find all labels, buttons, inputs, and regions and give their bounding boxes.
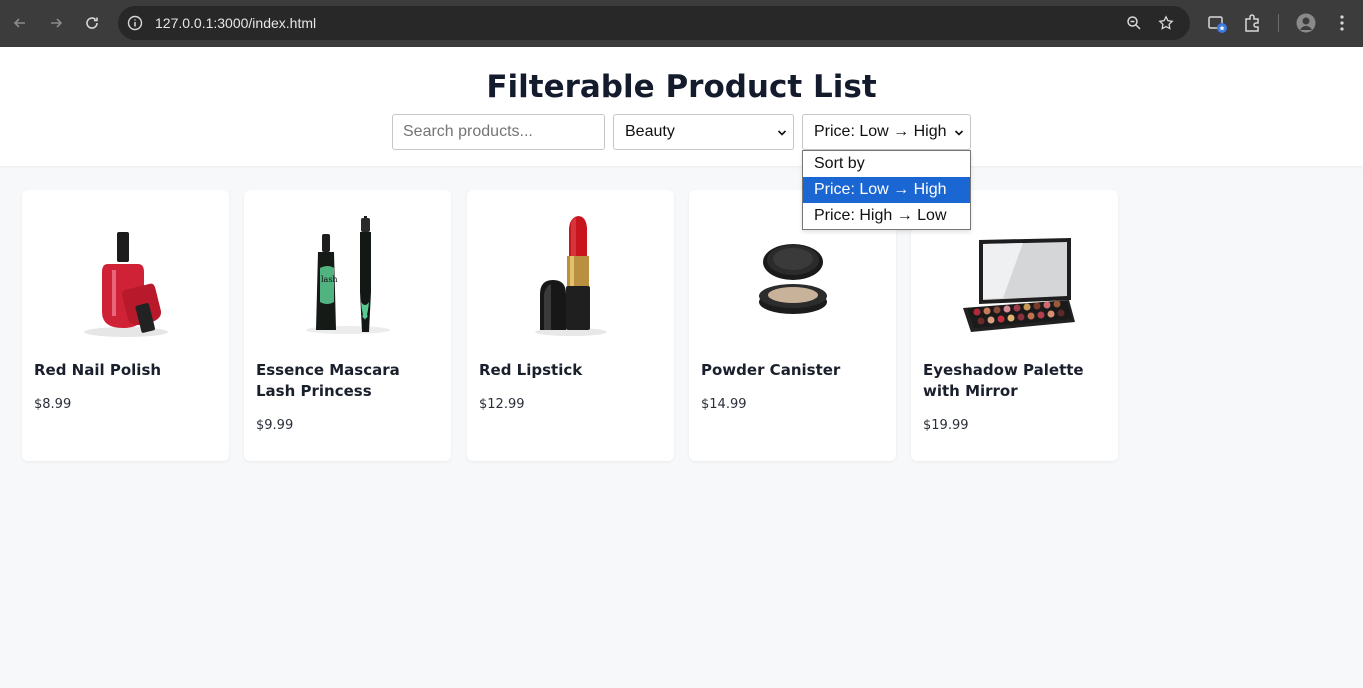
product-card[interactable]: Red Nail Polish $8.99 bbox=[22, 190, 229, 461]
forward-arrow-icon bbox=[51, 18, 63, 28]
mascara-image: lash bbox=[306, 216, 390, 334]
reload-icon bbox=[86, 17, 98, 29]
lipstick-image bbox=[535, 216, 607, 336]
nail-polish-image bbox=[84, 232, 168, 337]
category-select[interactable]: Beauty bbox=[613, 114, 794, 150]
forward-button[interactable] bbox=[45, 12, 67, 34]
sort-dropdown-list: Sort by Price: Low → High Price: High → … bbox=[802, 150, 971, 230]
address-bar[interactable]: 127.0.0.1:3000/index.html bbox=[118, 6, 1190, 40]
product-card[interactable]: Red Lipstick $12.99 bbox=[467, 190, 674, 461]
menu-kebab-icon[interactable] bbox=[1332, 13, 1352, 33]
product-card[interactable]: Eyeshadow Palette with Mirror $19.99 bbox=[911, 190, 1118, 461]
back-arrow-icon bbox=[13, 18, 25, 28]
product-price: $9.99 bbox=[256, 418, 294, 433]
toolbar-divider bbox=[1278, 14, 1279, 32]
extensions-icon[interactable] bbox=[1242, 13, 1262, 33]
page-title: Filterable Product List bbox=[486, 69, 877, 105]
product-name: Essence Mascara Lash Princess bbox=[256, 361, 400, 400]
product-name: Eyeshadow Palette with Mirror bbox=[923, 361, 1084, 400]
sort-select-value: Price: Low → High bbox=[814, 123, 947, 140]
sort-select[interactable]: Price: Low → High bbox=[802, 114, 971, 150]
zoom-icon[interactable] bbox=[1126, 15, 1142, 31]
site-info-icon[interactable] bbox=[127, 15, 143, 31]
tab-search-icon[interactable] bbox=[1207, 13, 1227, 33]
product-name: Red Nail Polish bbox=[34, 361, 162, 379]
chevron-down-icon bbox=[954, 130, 964, 136]
sort-option-default[interactable]: Sort by bbox=[803, 151, 970, 177]
sort-option-price-asc[interactable]: Price: Low → High bbox=[803, 177, 970, 203]
reload-button[interactable] bbox=[81, 12, 103, 34]
browser-toolbar: 127.0.0.1:3000/index.html bbox=[0, 0, 1363, 47]
page-header: Filterable Product List Beauty Price: Lo… bbox=[0, 47, 1363, 166]
product-name: Powder Canister bbox=[701, 361, 841, 379]
product-price: $14.99 bbox=[701, 397, 747, 412]
product-price: $8.99 bbox=[34, 397, 72, 412]
profile-avatar-icon[interactable] bbox=[1296, 13, 1316, 33]
category-select-value: Beauty bbox=[625, 123, 675, 140]
product-card[interactable]: lash Essence Mascara Lash Princess $9.99 bbox=[244, 190, 451, 461]
url-text: 127.0.0.1:3000/index.html bbox=[155, 15, 317, 31]
svg-text:lash: lash bbox=[321, 275, 338, 284]
product-price: $19.99 bbox=[923, 418, 969, 433]
product-name: Red Lipstick bbox=[479, 361, 583, 379]
product-price: $12.99 bbox=[479, 397, 525, 412]
back-button[interactable] bbox=[9, 12, 31, 34]
chevron-down-icon bbox=[777, 130, 787, 136]
product-card[interactable]: Powder Canister $14.99 bbox=[689, 190, 896, 461]
search-input[interactable] bbox=[392, 114, 605, 150]
bookmark-star-icon[interactable] bbox=[1158, 15, 1174, 31]
sort-option-price-desc[interactable]: Price: High → Low bbox=[803, 203, 970, 229]
